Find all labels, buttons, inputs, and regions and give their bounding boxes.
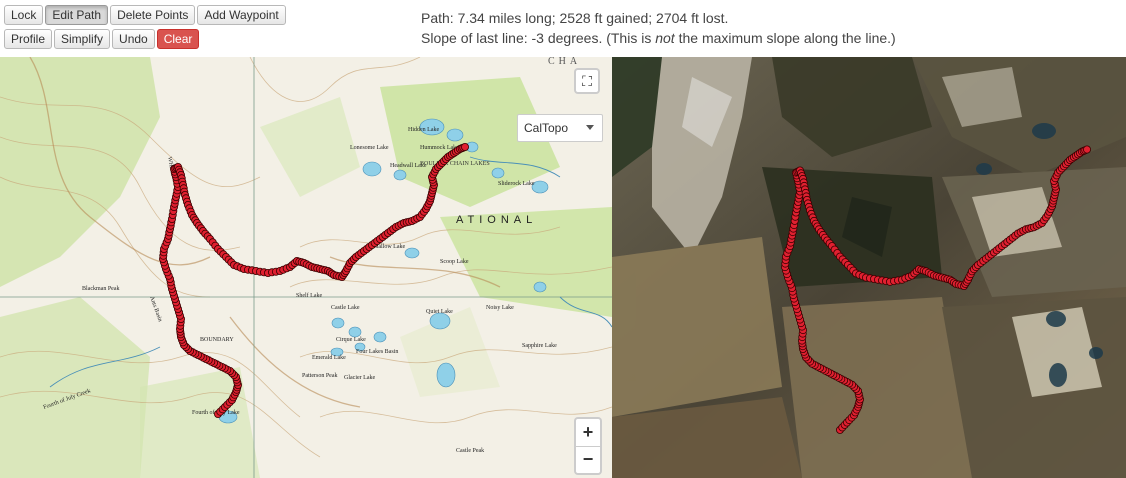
map-label-castle-lake: Castle Lake [331, 305, 360, 311]
map-label-blackman: Blackman Peak [82, 286, 120, 292]
simplify-button[interactable]: Simplify [54, 29, 111, 49]
slope-info: Slope of last line: -3 degrees. (This is… [421, 28, 896, 48]
toolbar-row-1: Lock Edit Path Delete Points Add Waypoin… [4, 5, 404, 25]
chevron-down-icon [586, 125, 594, 130]
lock-button[interactable]: Lock [4, 5, 44, 25]
add-waypoint-button[interactable]: Add Waypoint [197, 5, 286, 25]
fullscreen-icon: ⛶ [582, 72, 592, 89]
layer-select-value: CalTopo [524, 121, 569, 135]
map-label-glacier: Glacier Lake [344, 375, 375, 381]
map-label-cirque: Cirque Lake [336, 337, 366, 343]
map-label-lonesome: Lonesome Lake [350, 145, 389, 151]
slope-text: Slope of last line: -3 degrees. (This is [421, 30, 656, 46]
satellite-map[interactable] [612, 57, 1126, 478]
profile-button[interactable]: Profile [4, 29, 53, 49]
map-label-patterson: Patterson Peak [302, 373, 338, 379]
map-label-boundary: BOUNDARY [200, 337, 234, 343]
map-label-headwall: Headwall Lake [390, 163, 427, 169]
slope-text-end: the maximum slope along the line.) [674, 30, 896, 46]
map-label-castle-peak: Castle Peak [456, 448, 484, 454]
zoom-in-button[interactable]: + [576, 419, 600, 446]
zoom-control: + − [574, 417, 602, 475]
undo-button[interactable]: Undo [112, 29, 155, 49]
map-label-emerald: Emerald Lake [312, 355, 346, 361]
track-vertex[interactable] [1082, 145, 1091, 154]
map-label-four-lakes: Four Lakes Basin [356, 349, 398, 355]
map-label-national: ATIONAL [456, 214, 537, 226]
slope-emphasis: not [655, 30, 675, 46]
map-label-noisy: Noisy Lake [486, 305, 514, 311]
topo-map[interactable]: ATIONAL WHITE BOULDER CHAIN LAKES Blackm… [0, 57, 612, 478]
map-label-shelf: Shelf Lake [296, 292, 322, 299]
map-label-corner: CHA [548, 57, 581, 67]
satellite-map-canvas[interactable] [612, 57, 1126, 478]
path-stats: Path: 7.34 miles long; 2528 ft gained; 2… [421, 10, 729, 26]
map-label-quiet: Quiet Lake [426, 309, 453, 315]
layer-select[interactable]: CalTopo [517, 114, 603, 142]
toolbar-row-2: Profile Simplify Undo Clear [4, 29, 404, 49]
map-label-boulder: BOULDER CHAIN LAKES [420, 161, 490, 167]
map-label-hidden: Hidden Lake [408, 127, 439, 133]
path-info: Path: 7.34 miles long; 2528 ft gained; 2… [421, 8, 896, 48]
map-label-sliderock: Sliderock Lake [498, 181, 535, 187]
clear-button[interactable]: Clear [156, 29, 200, 49]
map-label-scoop: Scoop Lake [440, 259, 469, 265]
zoom-out-button[interactable]: − [576, 446, 600, 473]
edit-path-button[interactable]: Edit Path [45, 5, 109, 25]
delete-points-button[interactable]: Delete Points [110, 5, 196, 25]
fullscreen-button[interactable]: ⛶ [574, 68, 600, 94]
track-vertex[interactable] [460, 143, 469, 152]
map-label-sapphire: Sapphire Lake [522, 343, 557, 349]
toolbar: Lock Edit Path Delete Points Add Waypoin… [4, 5, 404, 53]
